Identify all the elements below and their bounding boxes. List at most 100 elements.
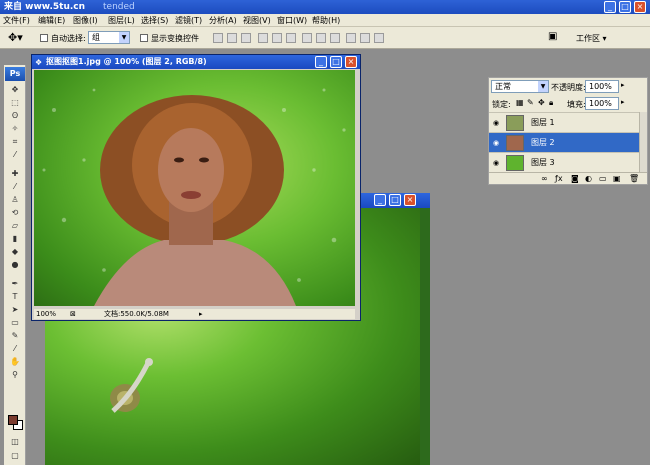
document-1-titlebar[interactable]: 抠图抠图1.jpg @ 100% (图层 2, RGB/8) xyxy=(32,55,360,69)
document-2-titlebar: _ □ × xyxy=(360,193,430,208)
distribute-hcenter-icon[interactable] xyxy=(360,33,370,43)
workspace-button[interactable]: 工作区 ▾ xyxy=(576,33,607,44)
lock-image-icon[interactable]: ✎ xyxy=(527,98,534,107)
type-tool-icon[interactable]: T xyxy=(9,292,21,302)
menu-window[interactable]: 窗口(W) xyxy=(277,14,307,27)
distribute-right-icon[interactable] xyxy=(374,33,384,43)
clone-stamp-icon[interactable]: ♙ xyxy=(9,195,21,205)
menu-analysis[interactable]: 分析(A) xyxy=(209,14,237,27)
adjustment-layer-icon[interactable]: ◐ xyxy=(585,173,592,185)
visibility-eye-icon[interactable]: ◉ xyxy=(491,153,501,173)
opacity-slider-arrow-icon[interactable]: ▸ xyxy=(621,81,625,89)
distribute-left-icon[interactable] xyxy=(346,33,356,43)
lock-all-icon[interactable]: 🔒︎ xyxy=(549,98,553,108)
marquee-tool-icon[interactable]: ⬚ xyxy=(9,98,21,108)
healing-brush-icon[interactable]: ✚ xyxy=(9,169,21,179)
crop-tool-icon[interactable]: ⌗ xyxy=(9,137,21,147)
doc2-close-button[interactable]: × xyxy=(404,194,416,206)
eraser-tool-icon[interactable]: ▱ xyxy=(9,221,21,231)
hand-tool-icon[interactable]: ✋ xyxy=(9,357,21,367)
align-bottom-icon[interactable] xyxy=(241,33,251,43)
auto-select-dropdown[interactable]: 组 ▼ xyxy=(88,31,130,44)
document-1-canvas[interactable] xyxy=(34,70,355,306)
move-tool-icon[interactable]: ✥▾ xyxy=(8,31,23,44)
maximize-button[interactable]: □ xyxy=(619,1,631,13)
menu-bar: 文件(F) 编辑(E) 图像(I) 图层(L) 选择(S) 滤镜(T) 分析(A… xyxy=(0,14,650,27)
align-right-icon[interactable] xyxy=(286,33,296,43)
lock-position-icon[interactable]: ✥ xyxy=(538,98,545,107)
add-mask-icon[interactable]: ◙ xyxy=(571,173,579,185)
new-group-icon[interactable]: ▭ xyxy=(599,173,607,185)
visibility-eye-icon[interactable]: ◉ xyxy=(491,133,501,153)
layer-row-3[interactable]: ◉ 图层 3 xyxy=(489,152,639,172)
status-menu-icon[interactable]: ⊠ xyxy=(70,309,76,319)
foreground-color-swatch[interactable] xyxy=(8,415,18,425)
link-layers-icon[interactable]: ∞ xyxy=(541,173,548,185)
menu-filter[interactable]: 滤镜(T) xyxy=(175,14,202,27)
brush-tool-icon[interactable]: ⁄ xyxy=(9,182,21,192)
layer-thumbnail xyxy=(506,115,524,131)
doc1-maximize-button[interactable]: □ xyxy=(330,56,342,68)
menu-file[interactable]: 文件(F) xyxy=(3,14,30,27)
align-left-icon[interactable] xyxy=(258,33,268,43)
show-transform-checkbox[interactable] xyxy=(140,34,148,42)
eyedropper-icon[interactable]: ⁄ xyxy=(9,344,21,354)
zoom-level[interactable]: 100% xyxy=(36,309,56,319)
menu-layer[interactable]: 图层(L) xyxy=(108,14,135,27)
opacity-value: 100% xyxy=(589,82,612,91)
gradient-tool-icon[interactable]: ▮ xyxy=(9,234,21,244)
layer-row-1[interactable]: ◉ 图层 1 xyxy=(489,112,639,132)
menu-view[interactable]: 视图(V) xyxy=(243,14,271,27)
status-arrow-icon[interactable]: ▸ xyxy=(199,309,203,319)
visibility-eye-icon[interactable]: ◉ xyxy=(491,113,501,133)
distribute-top-icon[interactable] xyxy=(302,33,312,43)
layer-row-2[interactable]: ◉ 图层 2 xyxy=(489,132,639,152)
lock-label: 锁定: xyxy=(492,100,511,109)
align-top-icon[interactable] xyxy=(213,33,223,43)
doc1-close-button[interactable]: × xyxy=(345,56,357,68)
close-button[interactable]: × xyxy=(634,1,646,13)
layer-name: 图层 1 xyxy=(531,118,555,127)
lock-transparency-icon[interactable]: ▦ xyxy=(516,98,524,107)
slice-tool-icon[interactable]: ⁄ xyxy=(9,150,21,160)
blend-mode-dropdown[interactable]: 正常 ▼ xyxy=(491,80,549,93)
auto-select-checkbox[interactable] xyxy=(40,34,48,42)
menu-help[interactable]: 帮助(H) xyxy=(312,14,340,27)
fill-slider-arrow-icon[interactable]: ▸ xyxy=(621,98,625,106)
pen-tool-icon[interactable]: ✒ xyxy=(9,279,21,289)
auto-select-label: 自动选择: xyxy=(51,34,86,43)
distribute-vcenter-icon[interactable] xyxy=(316,33,326,43)
menu-edit[interactable]: 编辑(E) xyxy=(38,14,65,27)
dodge-tool-icon[interactable]: ● xyxy=(9,260,21,270)
lasso-tool-icon[interactable]: ʘ xyxy=(9,111,21,121)
minimize-button[interactable]: _ xyxy=(604,1,616,13)
shape-tool-icon[interactable]: ▭ xyxy=(9,318,21,328)
blur-tool-icon[interactable]: ◆ xyxy=(9,247,21,257)
screen-mode-icon[interactable]: ▢ xyxy=(9,451,21,461)
fill-input[interactable]: 100% xyxy=(585,97,619,110)
move-tool-icon[interactable]: ✥ xyxy=(9,85,21,95)
palette-well-icon[interactable]: ▣ xyxy=(548,31,557,42)
history-brush-icon[interactable]: ⟲ xyxy=(9,208,21,218)
new-layer-icon[interactable]: ▣ xyxy=(613,173,621,185)
align-hcenter-icon[interactable] xyxy=(272,33,282,43)
align-vcenter-icon[interactable] xyxy=(227,33,237,43)
quick-mask-icon[interactable]: ◫ xyxy=(9,437,21,447)
magic-wand-icon[interactable]: ✧ xyxy=(9,124,21,134)
layers-scrollbar[interactable] xyxy=(639,112,647,172)
doc2-maximize-button[interactable]: □ xyxy=(389,194,401,206)
opacity-input[interactable]: 100% xyxy=(585,80,619,93)
menu-select[interactable]: 选择(S) xyxy=(141,14,168,27)
app-title-bar: 来自 www.5tu.cn tended _ □ × xyxy=(0,0,650,14)
delete-layer-icon[interactable]: 🗑︎ xyxy=(629,173,639,185)
layer-style-icon[interactable]: ƒx xyxy=(555,173,563,185)
layer-thumbnail xyxy=(506,135,524,151)
zoom-tool-icon[interactable]: ⚲ xyxy=(9,370,21,380)
doc1-minimize-button[interactable]: _ xyxy=(315,56,327,68)
menu-image[interactable]: 图像(I) xyxy=(73,14,98,27)
path-select-icon[interactable]: ➤ xyxy=(9,305,21,315)
notes-tool-icon[interactable]: ✎ xyxy=(9,331,21,341)
doc2-minimize-button[interactable]: _ xyxy=(374,194,386,206)
watermark-text: 来自 www.5tu.cn xyxy=(4,2,86,12)
distribute-bottom-icon[interactable] xyxy=(330,33,340,43)
